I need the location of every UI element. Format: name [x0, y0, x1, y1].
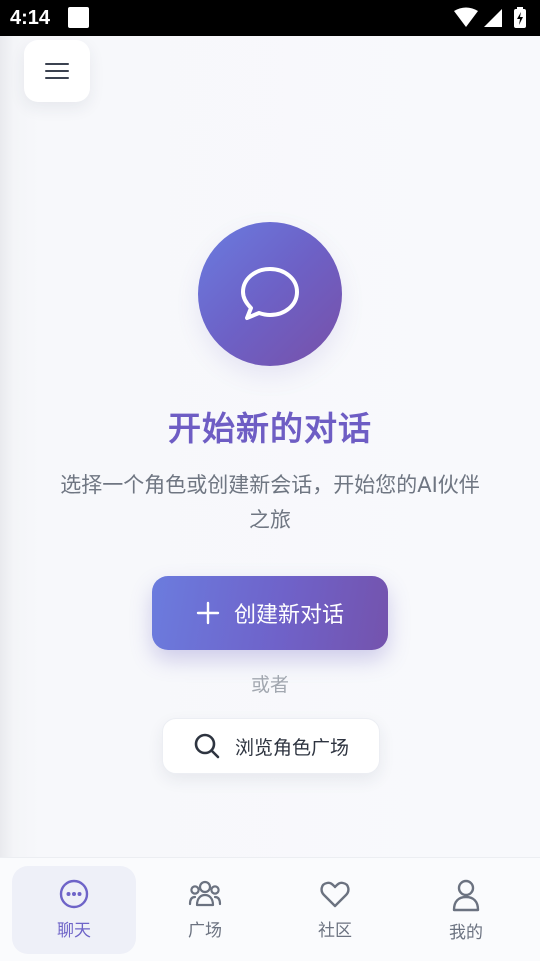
browse-characters-button[interactable]: 浏览角色广场 — [162, 718, 380, 774]
plus-icon — [196, 601, 220, 625]
nav-item-chat[interactable]: 聊天 — [12, 866, 136, 954]
nav-label-community: 社区 — [318, 921, 352, 941]
nav-label-chat: 聊天 — [57, 921, 91, 941]
create-conversation-label: 创建新对话 — [233, 603, 344, 628]
page-title: 开始新的对话 — [168, 409, 372, 448]
nav-label-profile: 我的 — [449, 923, 483, 943]
or-divider-text: 或者 — [250, 674, 289, 696]
page-subtitle: 选择一个角色或创建新会话，开始您的AI伙伴之旅 — [60, 473, 480, 532]
status-icons — [454, 7, 526, 28]
nav-item-community[interactable]: 社区 — [273, 866, 397, 954]
heart-icon — [320, 881, 350, 908]
hero-chat-circle — [198, 222, 342, 366]
user-icon — [452, 879, 480, 912]
nav-label-plaza: 广场 — [188, 921, 222, 941]
search-icon — [194, 733, 220, 759]
wifi-icon — [454, 7, 478, 27]
nav-item-plaza[interactable]: 广场 — [143, 866, 267, 954]
browse-characters-label: 浏览角色广场 — [234, 736, 349, 759]
chat-dots-icon — [59, 879, 89, 909]
menu-button[interactable] — [24, 40, 90, 102]
main-content: 开始新的对话 选择一个角色或创建新会话，开始您的AI伙伴之旅 创建新对话 或者 … — [0, 36, 540, 857]
status-bar: 4:14 — [0, 0, 540, 36]
people-group-icon — [188, 880, 222, 907]
create-conversation-button[interactable]: 创建新对话 — [152, 576, 388, 650]
signal-icon — [484, 9, 502, 27]
battery-charging-icon — [514, 7, 526, 28]
chat-bubble-icon — [241, 267, 299, 320]
bottom-nav: 聊天 广场 社区 我的 — [0, 857, 540, 961]
nav-item-profile[interactable]: 我的 — [404, 866, 528, 954]
hamburger-menu-icon — [45, 63, 69, 79]
notification-square-icon — [68, 7, 89, 28]
status-time: 4:14 — [10, 7, 51, 29]
